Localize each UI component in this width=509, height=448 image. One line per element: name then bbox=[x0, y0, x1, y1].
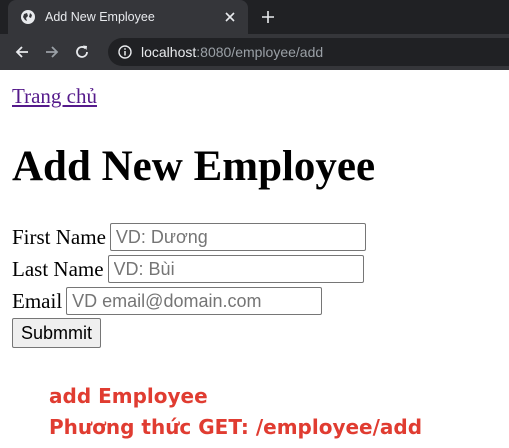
page-title: Add New Employee bbox=[12, 143, 376, 190]
employee-form: First Name Last Name Email Submmit bbox=[12, 221, 509, 348]
tab-strip: Add New Employee bbox=[0, 0, 509, 34]
url-path: :8080/employee/add bbox=[196, 44, 324, 60]
browser-toolbar: localhost:8080/employee/add bbox=[0, 34, 509, 70]
url-host: localhost bbox=[141, 44, 197, 60]
first-name-label: First Name bbox=[12, 225, 106, 249]
info-icon[interactable] bbox=[118, 45, 132, 59]
tab-title: Add New Employee bbox=[45, 10, 155, 24]
annotation: add Employee Phương thức GET: /employee/… bbox=[49, 381, 422, 443]
last-name-row: Last Name bbox=[12, 253, 509, 285]
home-link[interactable]: Trang chủ bbox=[12, 84, 97, 109]
forward-arrow-icon[interactable] bbox=[43, 43, 61, 61]
email-input[interactable] bbox=[66, 287, 323, 315]
address-bar[interactable]: localhost:8080/employee/add bbox=[108, 38, 509, 66]
first-name-input[interactable] bbox=[109, 223, 366, 251]
back-arrow-icon[interactable] bbox=[13, 43, 31, 61]
reload-icon[interactable] bbox=[73, 43, 91, 61]
first-name-row: First Name bbox=[12, 221, 509, 253]
last-name-label: Last Name bbox=[12, 257, 104, 281]
last-name-input[interactable] bbox=[107, 255, 364, 283]
email-row: Email bbox=[12, 285, 509, 317]
browser-tab[interactable]: Add New Employee bbox=[8, 0, 248, 34]
annotation-line-2: Phương thức GET: /employee/add bbox=[49, 415, 423, 439]
globe-icon bbox=[20, 9, 36, 25]
page-content: Trang chủ Add New Employee First Name La… bbox=[12, 70, 509, 348]
email-label: Email bbox=[12, 289, 63, 313]
annotation-line-1: add Employee bbox=[49, 384, 208, 408]
plus-icon[interactable] bbox=[260, 9, 276, 25]
submit-button[interactable]: Submmit bbox=[12, 318, 102, 348]
url-text: localhost:8080/employee/add bbox=[141, 44, 323, 60]
close-icon[interactable] bbox=[222, 9, 238, 25]
